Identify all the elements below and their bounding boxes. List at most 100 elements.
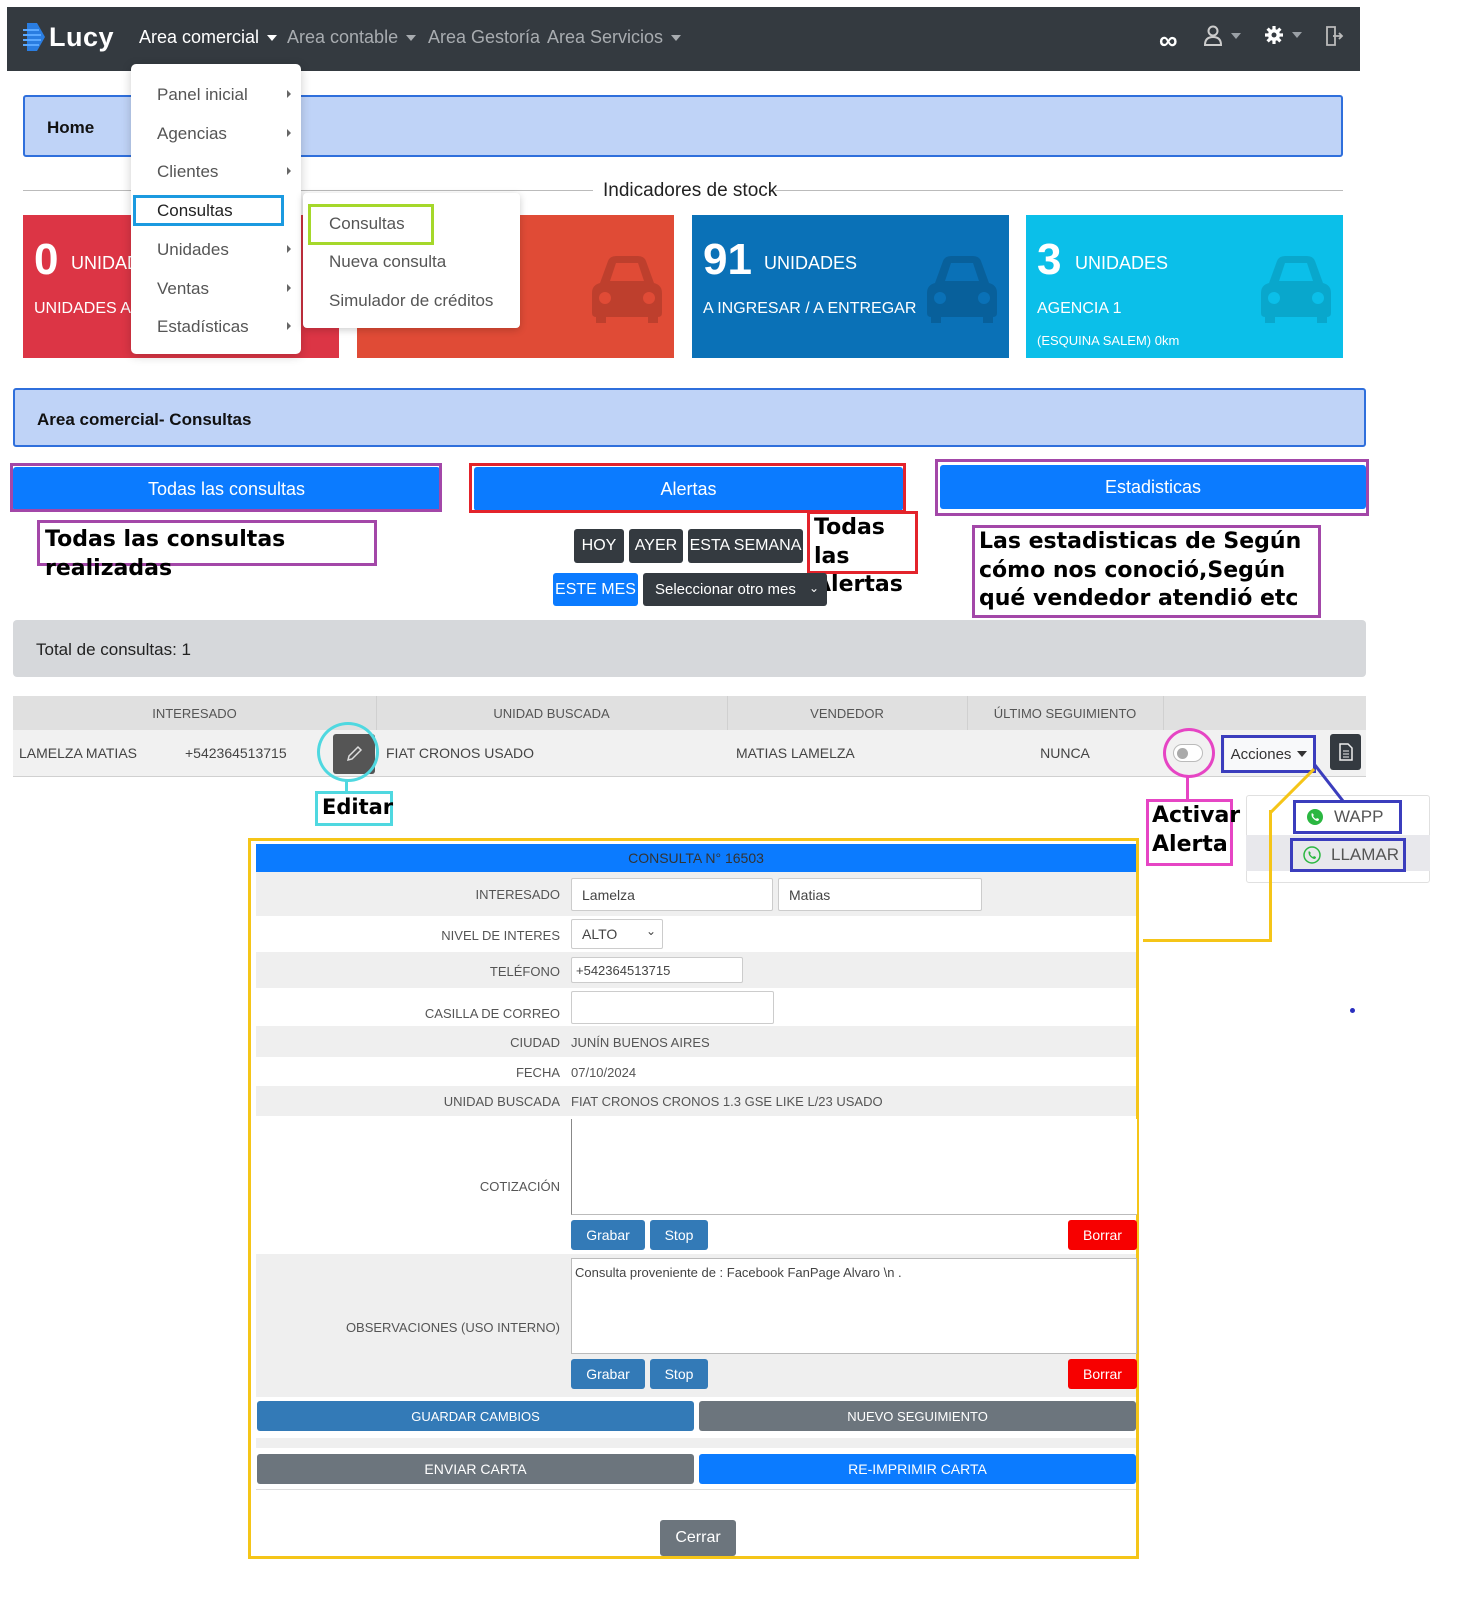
menu-item-panel-inicial[interactable]: Panel inicial — [157, 85, 291, 105]
cotizacion-textarea[interactable] — [571, 1119, 1137, 1215]
stat-card-blue[interactable]: 91 UNIDADES A INGRESAR / A ENTREGAR — [692, 215, 1009, 358]
nav-area-gestoria[interactable]: Area Gestoría — [428, 27, 540, 48]
label-fecha: FECHA — [515, 1065, 560, 1080]
highlight-frame-consultas — [133, 195, 284, 226]
observaciones-textarea[interactable]: Consulta proveniente de : Facebook FanPa… — [571, 1258, 1137, 1354]
filter-hoy-button[interactable]: HOY — [574, 529, 624, 563]
stray-dot — [1350, 1008, 1355, 1013]
column-header-interesado: INTERESADO — [152, 706, 237, 721]
caret-down-icon — [267, 35, 278, 42]
whatsapp-icon — [1307, 809, 1323, 825]
annotation-todas: Todas las consultas realizadas — [37, 520, 377, 581]
stop-button[interactable]: Stop — [650, 1359, 708, 1389]
stat-card-cyan[interactable]: 3 UNIDADES AGENCIA 1 (ESQUINA SALEM) 0km — [1026, 215, 1343, 358]
caret-right-icon — [287, 129, 291, 137]
menu-label: Ventas — [157, 279, 209, 298]
modal-title: CONSULTA N° 16503 — [256, 844, 1136, 872]
wapp-label: WAPP — [1334, 807, 1384, 826]
acciones-item-wapp[interactable]: WAPP — [1293, 800, 1402, 834]
annotation-activar-alerta: Activar Alerta — [1146, 799, 1240, 866]
chevron-down-icon: ⌄ — [645, 924, 656, 938]
nav-area-servicios[interactable]: Area Servicios — [547, 27, 682, 48]
month-select[interactable]: Seleccionar otro mes ⌄ — [643, 573, 827, 606]
borrar-button[interactable]: Borrar — [1068, 1220, 1137, 1250]
label-nivel: NIVEL DE INTERES — [441, 928, 560, 943]
column-header-unidad: UNIDAD BUSCADA — [493, 706, 610, 721]
llamar-label: LLAMAR — [1331, 845, 1400, 864]
telefono-input[interactable]: +542364513715 — [571, 957, 743, 983]
cerrar-button[interactable]: Cerrar — [660, 1520, 736, 1556]
edit-button[interactable] — [333, 734, 375, 774]
correo-input[interactable] — [571, 991, 774, 1024]
logout-button[interactable] — [1324, 25, 1344, 47]
apellido-input[interactable]: Lamelza — [571, 878, 773, 911]
tab-alertas[interactable]: Alertas — [474, 467, 903, 511]
consulta-modal: CONSULTA N° 16503 INTERESADO Lamelza Mat… — [248, 838, 1139, 1559]
infinity-icon[interactable]: ∞ — [1159, 25, 1178, 56]
nav-label: Area comercial — [139, 27, 260, 47]
acciones-item-llamar[interactable]: LLAMAR — [1290, 838, 1406, 872]
acciones-label: Acciones — [1230, 745, 1292, 763]
nombre-input[interactable]: Matias — [778, 878, 982, 911]
filter-semana-button[interactable]: ESTA SEMANA — [688, 529, 803, 563]
cell-telefono: +542364513715 — [185, 745, 287, 761]
nivel-select[interactable]: ALTO ⌄ — [571, 919, 663, 949]
user-icon — [1203, 25, 1223, 46]
stop-button[interactable]: Stop — [650, 1220, 708, 1250]
annotation-alertas: Todas las Alertas — [807, 511, 918, 597]
unidad-value: FIAT CRONOS CRONOS 1.3 GSE LIKE L/23 USA… — [571, 1094, 883, 1109]
borrar-button[interactable]: Borrar — [1068, 1359, 1137, 1389]
stat-subtitle: AGENCIA 1 — [1037, 300, 1122, 317]
menu-label: Panel inicial — [157, 85, 248, 104]
menu-item-estadisticas[interactable]: Estadísticas — [157, 317, 291, 337]
filter-ayer-button[interactable]: AYER — [629, 529, 683, 563]
label-ciudad: CIUDAD — [510, 1035, 560, 1050]
menu-item-unidades[interactable]: Unidades — [157, 240, 291, 260]
table-row[interactable]: LAMELZA MATIAS +542364513715 FIAT CRONOS… — [13, 730, 1366, 777]
submenu-item-simulador[interactable]: Simulador de créditos — [329, 291, 493, 311]
document-button[interactable] — [1330, 734, 1361, 770]
filter-mes-button[interactable]: ESTE MES — [553, 573, 638, 606]
grabar-button[interactable]: Grabar — [571, 1220, 645, 1250]
menu-item-ventas[interactable]: Ventas — [157, 279, 291, 299]
tab-todas-consultas[interactable]: Todas las consultas — [13, 467, 440, 511]
nuevo-seguimiento-button[interactable]: NUEVO SEGUIMIENTO — [699, 1401, 1136, 1431]
form-row-cotizacion: COTIZACIÓN Grabar Stop Borrar — [256, 1116, 1137, 1254]
brand-logo[interactable]: Lucy — [23, 21, 114, 53]
divider — [775, 190, 1343, 191]
breadcrumb-label[interactable]: Home — [47, 118, 94, 138]
caret-down-icon — [1297, 751, 1308, 757]
submenu-item-nueva-consulta[interactable]: Nueva consulta — [329, 252, 446, 272]
form-row-correo: CASILLA DE CORREO — [256, 988, 1136, 1026]
nav-area-contable[interactable]: Area contable — [287, 27, 417, 48]
acciones-dropdown-button[interactable]: Acciones — [1225, 738, 1313, 770]
enviar-carta-button[interactable]: ENVIAR CARTA — [257, 1454, 694, 1484]
tab-estadisticas[interactable]: Estadisticas — [940, 465, 1366, 509]
form-row-ciudad: CIUDAD JUNÍN BUENOS AIRES — [256, 1026, 1136, 1057]
menu-item-agencias[interactable]: Agencias — [157, 124, 291, 144]
reimprimir-carta-button[interactable]: RE-IMPRIMIR CARTA — [699, 1454, 1136, 1484]
stat-number: 3 — [1037, 235, 1062, 284]
caret-down-icon — [1292, 32, 1302, 38]
cell-vendedor: MATIAS LAMELZA — [736, 745, 855, 761]
guardar-cambios-button[interactable]: GUARDAR CAMBIOS — [257, 1401, 694, 1431]
menu-label: Estadísticas — [157, 317, 249, 336]
logout-icon — [1326, 26, 1344, 46]
form-row-fecha: FECHA 07/10/2024 — [256, 1057, 1136, 1086]
nav-area-comercial[interactable]: Area comercial — [139, 27, 278, 48]
label-observaciones: OBSERVACIONES (USO INTERNO) — [345, 1320, 560, 1335]
user-menu[interactable] — [1203, 25, 1241, 47]
highlight-frame-submenu-consultas — [308, 204, 434, 245]
total-consultas-bar: Total de consultas: 1 — [13, 620, 1366, 677]
fecha-value: 07/10/2024 — [571, 1065, 637, 1080]
alert-toggle[interactable] — [1173, 744, 1203, 762]
menu-item-clientes[interactable]: Clientes — [157, 162, 291, 182]
settings-menu[interactable] — [1264, 25, 1302, 45]
phone-icon — [1303, 846, 1321, 864]
lucy-logo-icon — [23, 23, 45, 51]
car-icon — [1261, 256, 1331, 323]
grabar-button[interactable]: Grabar — [571, 1359, 645, 1389]
form-row-observaciones: OBSERVACIONES (USO INTERNO) Consulta pro… — [256, 1254, 1137, 1397]
toggle-knob — [1177, 748, 1188, 759]
stat-subtitle: UNIDADES A — [34, 300, 131, 317]
